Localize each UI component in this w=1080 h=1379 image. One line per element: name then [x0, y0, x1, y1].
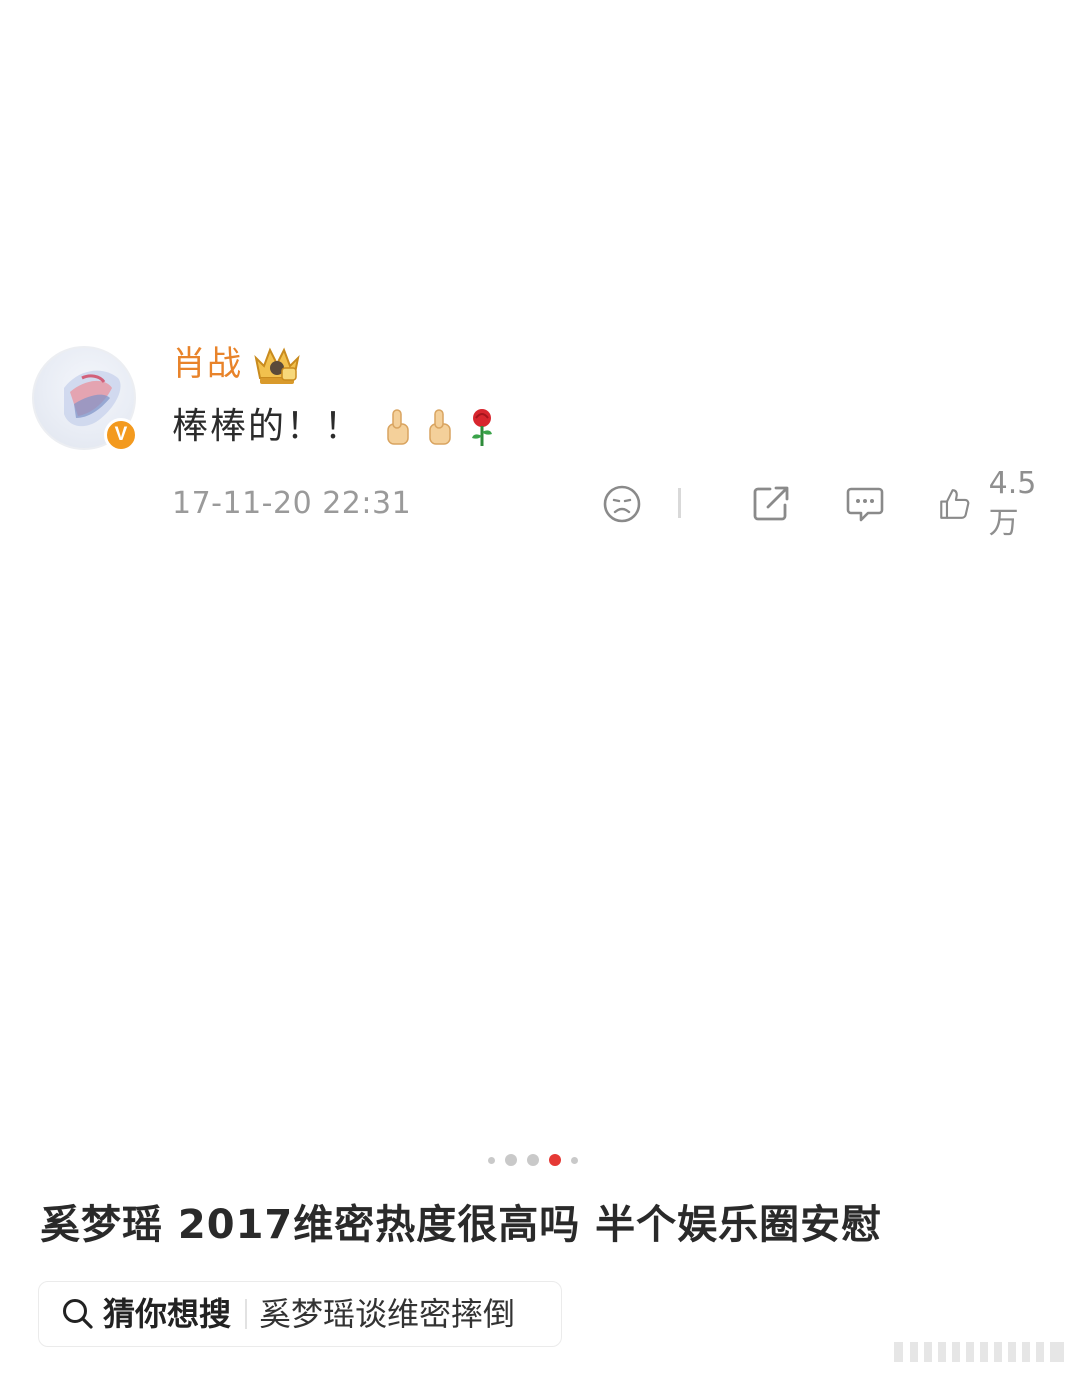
- share-button[interactable]: [750, 482, 792, 526]
- search-icon: [63, 1299, 93, 1329]
- pager-dot[interactable]: [571, 1156, 578, 1164]
- search-suggestion[interactable]: 奚梦瑶谈维密摔倒: [259, 1292, 515, 1336]
- thumbs-up-icon: [387, 409, 409, 445]
- carousel-pager: [488, 1154, 578, 1166]
- thumbs-up-outline-icon: [940, 489, 970, 519]
- comment-bubble-icon: [846, 487, 884, 522]
- like-count: 4.5万: [988, 466, 1037, 541]
- dislike-button[interactable]: [602, 482, 642, 526]
- comment-text: 棒棒的！！: [172, 406, 363, 447]
- thumbs-up-icon: [429, 409, 451, 445]
- guess-search-chip[interactable]: 猜你想搜 奚梦瑶谈维密摔倒: [38, 1281, 562, 1347]
- post-screenshot: V 肖战 棒棒的！！ 17-11-20 22:31 4.5万 奚梦瑶 2017维…: [0, 0, 1080, 1379]
- rose-icon: [472, 409, 492, 446]
- action-divider: [678, 488, 681, 518]
- chip-divider: [245, 1299, 248, 1329]
- comment-emojis: [380, 406, 500, 450]
- comment-username[interactable]: 肖战: [172, 340, 242, 388]
- verified-badge-icon: V: [104, 418, 138, 452]
- comment-timestamp: 17-11-20 22:31: [172, 486, 412, 521]
- crown-icon: [254, 347, 300, 384]
- avatar[interactable]: V: [32, 346, 140, 454]
- comment-meta: 17-11-20 22:31 4.5万: [172, 466, 1052, 541]
- pager-dot[interactable]: [488, 1156, 495, 1164]
- share-icon: [753, 486, 789, 521]
- reply-button[interactable]: [844, 482, 886, 526]
- like-button[interactable]: 4.5万: [938, 466, 1052, 541]
- pager-dot[interactable]: [527, 1154, 539, 1166]
- comment-item: V 肖战 棒棒的！！ 17-11-20 22:31 4.5万: [32, 340, 1052, 541]
- pager-dot[interactable]: [505, 1154, 517, 1166]
- watermark-mark: [894, 1342, 1064, 1362]
- sad-face-icon: [603, 485, 641, 523]
- article-headline[interactable]: 奚梦瑶 2017维密热度很高吗 半个娱乐圈安慰: [40, 1198, 882, 1252]
- guess-search-label: 猜你想搜: [103, 1295, 232, 1333]
- pager-dot-active[interactable]: [549, 1154, 561, 1166]
